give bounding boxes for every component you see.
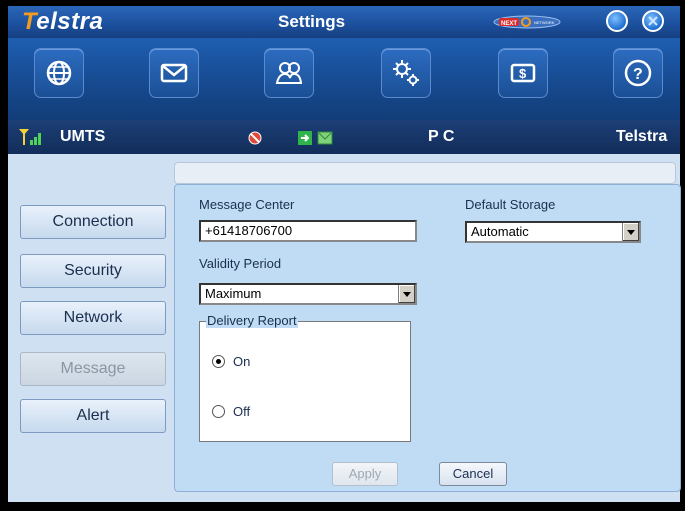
connection-mode: P C xyxy=(428,128,455,145)
default-storage-value: Automatic xyxy=(471,224,529,239)
connect-icon xyxy=(298,131,312,145)
network-type: UMTS xyxy=(60,128,106,145)
validity-period-label: Validity Period xyxy=(199,256,282,271)
header-strip xyxy=(174,162,676,184)
validity-period-select[interactable]: Maximum xyxy=(199,283,417,305)
next-g-logo: NEXT NETWORK xyxy=(493,14,583,30)
chevron-down-icon[interactable] xyxy=(622,223,639,241)
minimize-button[interactable] xyxy=(606,10,628,32)
message-center-label: Message Center xyxy=(199,197,295,212)
sms-button[interactable] xyxy=(149,48,199,98)
status-bar: UMTS P C Telstra xyxy=(8,120,680,154)
delivery-off-radio[interactable] xyxy=(212,405,225,418)
default-storage-select[interactable]: Automatic xyxy=(465,221,641,243)
settings-button[interactable] xyxy=(381,48,431,98)
brand-text: elstra xyxy=(36,8,104,35)
svg-text:$: $ xyxy=(519,66,527,81)
svg-text:NEXT: NEXT xyxy=(501,21,517,27)
title-bar: Telstra Settings NEXT NETWORK xyxy=(8,6,680,38)
nav-connection[interactable]: Connection xyxy=(20,205,166,239)
svg-text:NETWORK: NETWORK xyxy=(534,20,555,25)
dollar-icon: $ xyxy=(510,63,536,83)
svg-text:?: ? xyxy=(633,66,643,83)
chevron-down-icon[interactable] xyxy=(398,285,415,303)
nav-security[interactable]: Security xyxy=(20,254,166,288)
people-icon xyxy=(275,62,303,84)
delivery-report-label: Delivery Report xyxy=(206,313,298,328)
signal-strength-icon xyxy=(19,129,41,145)
delivery-report-group: Delivery Report On Off xyxy=(199,313,411,442)
help-button[interactable]: ? xyxy=(613,48,663,98)
globe-icon xyxy=(46,60,72,86)
carrier-name: Telstra xyxy=(616,128,668,145)
app-window: Telstra Settings NEXT NETWORK $ ? UMTS P… xyxy=(0,0,685,511)
main-toolbar: $ ? xyxy=(8,38,680,120)
close-button[interactable] xyxy=(642,10,664,32)
nav-network[interactable]: Network xyxy=(20,301,166,335)
nav-alert[interactable]: Alert xyxy=(20,399,166,433)
help-icon: ? xyxy=(624,59,652,87)
internet-button[interactable] xyxy=(34,48,84,98)
contacts-button[interactable] xyxy=(264,48,314,98)
nav-message[interactable]: Message xyxy=(20,352,166,386)
message-center-input[interactable]: +61418706700 xyxy=(199,220,417,242)
sms-status-icon xyxy=(317,131,333,145)
settings-content: Connection Security Network Message Aler… xyxy=(8,154,681,502)
delivery-on-label[interactable]: On xyxy=(233,354,250,369)
delivery-off-label[interactable]: Off xyxy=(233,404,250,419)
message-settings-panel: Message Center +61418706700 Default Stor… xyxy=(174,184,681,492)
validity-period-value: Maximum xyxy=(205,286,262,301)
cancel-button[interactable]: Cancel xyxy=(439,462,507,486)
delivery-on-radio[interactable] xyxy=(212,355,225,368)
envelope-icon xyxy=(160,63,188,83)
apply-button[interactable]: Apply xyxy=(332,462,398,486)
gears-icon xyxy=(393,60,419,86)
usage-button[interactable]: $ xyxy=(498,48,548,98)
telstra-logo: Telstra xyxy=(22,8,104,35)
roaming-disabled-icon xyxy=(248,131,262,145)
default-storage-label: Default Storage xyxy=(465,197,556,212)
window-title: Settings xyxy=(278,12,346,31)
